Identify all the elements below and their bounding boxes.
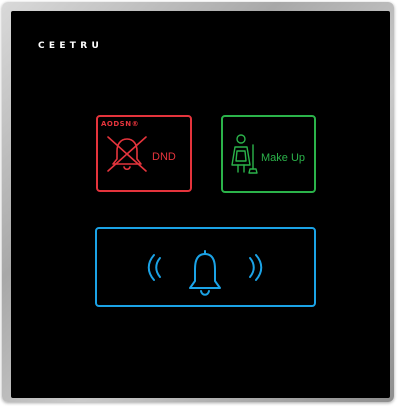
dnd-label: DND (152, 151, 176, 163)
do-not-disturb-bell-icon (107, 136, 147, 172)
housekeeping-maid-icon (231, 134, 258, 174)
brand-logo: CEETRU (38, 41, 104, 51)
make-up-room-button[interactable]: Make Up (221, 115, 316, 193)
make-up-label: Make Up (261, 152, 306, 164)
switch-frame: CEETRU AODSN® DND Make Up (2, 2, 394, 402)
doorbell-icon (147, 250, 263, 296)
aodsn-logo: AODSN® (101, 120, 140, 128)
glass-panel: CEETRU AODSN® DND Make Up (11, 11, 390, 398)
dnd-button[interactable]: AODSN® DND (96, 115, 192, 192)
doorbell-button[interactable] (95, 227, 316, 307)
